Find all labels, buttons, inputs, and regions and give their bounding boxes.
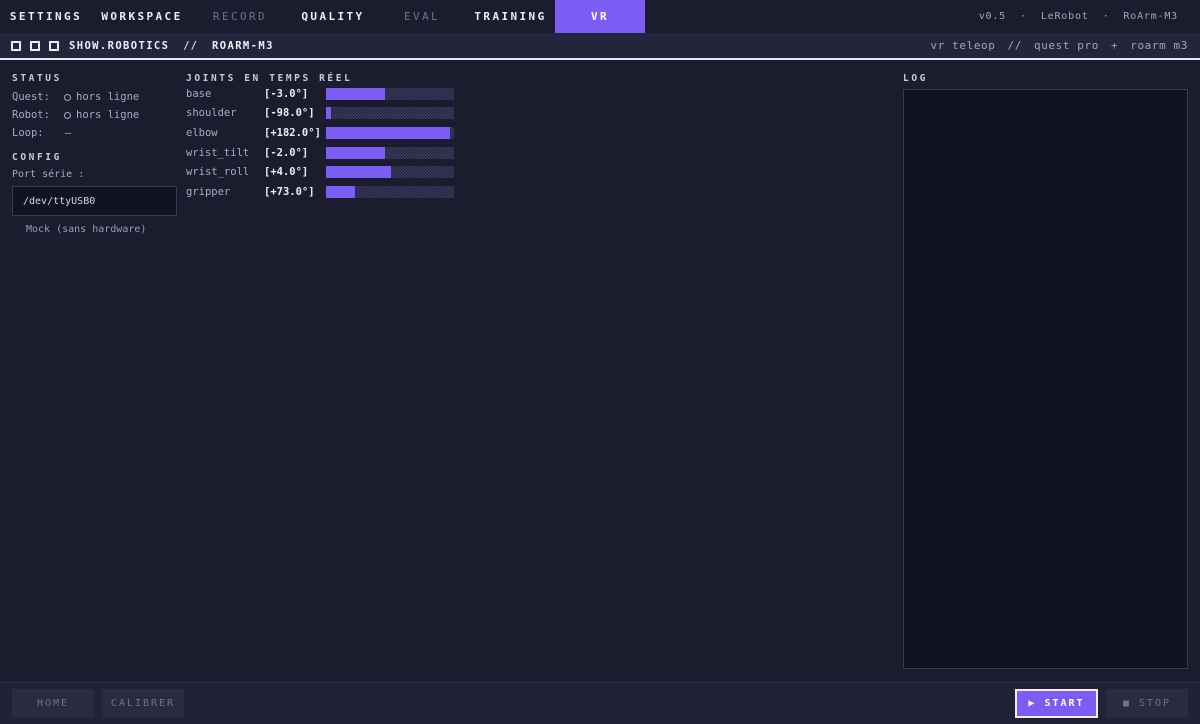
robot-value: hors ligne — [76, 109, 140, 121]
joint-row: base [-3.0°] — [186, 84, 486, 104]
loop-value: — — [65, 127, 72, 139]
joint-row: shoulder [-98.0°] — [186, 104, 486, 124]
joint-bar-fill — [326, 126, 451, 139]
status-panel: STATUS Quest: hors ligne Robot: hors lig… — [12, 73, 182, 235]
mock-option[interactable]: Mock (sans hardware) — [26, 224, 182, 235]
joint-value: [-2.0°] — [264, 146, 309, 159]
joint-value: [+182.0°] — [264, 126, 321, 139]
version-info: v0.5 · LeRobot · RoArm-M3 — [979, 0, 1200, 33]
quest-status: Quest: hors ligne — [12, 88, 182, 106]
joint-value: [-98.0°] — [264, 107, 315, 120]
joint-bar-fill — [326, 146, 385, 159]
joint-bar — [326, 126, 454, 139]
port-label: Port série : — [12, 169, 85, 180]
joint-bar — [326, 107, 454, 120]
joint-bar-fill — [326, 107, 332, 120]
joint-value: [+73.0°] — [264, 185, 315, 198]
separator-dot: · — [1102, 11, 1110, 22]
calibrer-button[interactable]: CALIBRER — [102, 689, 184, 718]
log-title: LOG — [903, 73, 928, 84]
bottom-bar: HOME CALIBRER ▶ START ■ STOP — [0, 682, 1200, 724]
square-icon — [30, 40, 40, 51]
quest-label: Quest: — [12, 91, 50, 103]
tab-settings[interactable]: SETTINGS — [0, 0, 92, 33]
joint-bar-fill — [326, 185, 356, 198]
tab-quality[interactable]: QUALITY — [288, 0, 378, 33]
joints-title: JOINTS EN TEMPS RÉEL — [186, 73, 353, 84]
joint-bar — [326, 166, 454, 179]
start-button[interactable]: ▶ START — [1015, 689, 1098, 718]
device-label: RoArm-M3 — [1123, 11, 1178, 22]
brand-name: SHOW.ROBOTICS — [69, 39, 170, 52]
joint-row: wrist_tilt [-2.0°] — [186, 143, 486, 163]
version-label: v0.5 — [978, 11, 1007, 22]
offline-dot-icon — [64, 111, 71, 119]
mode-label: vr teleop — [930, 39, 996, 52]
status-title: STATUS — [12, 73, 62, 84]
arm-label: roarm m3 — [1130, 39, 1188, 52]
loop-status: Loop: — — [12, 124, 182, 142]
joint-bar-fill — [326, 166, 392, 179]
tab-eval[interactable]: EVAL — [378, 0, 466, 33]
top-nav: SETTINGS WORKSPACE RECORD QUALITY EVAL T… — [0, 0, 1200, 33]
home-button[interactable]: HOME — [12, 689, 94, 718]
tab-workspace[interactable]: WORKSPACE — [92, 0, 192, 33]
joint-name: base — [186, 87, 212, 100]
framework-label: LeRobot — [1040, 11, 1089, 22]
brand-separator: // — [183, 39, 199, 52]
joint-bar — [326, 146, 454, 159]
robot-status: Robot: hors ligne — [12, 106, 182, 124]
config-title: CONFIG — [12, 152, 62, 163]
stop-button[interactable]: ■ STOP — [1106, 689, 1188, 718]
joint-bar — [326, 87, 454, 100]
joint-bar-fill — [326, 87, 385, 100]
joint-name: elbow — [186, 126, 218, 139]
nav-tabs: SETTINGS WORKSPACE RECORD QUALITY EVAL T… — [0, 0, 645, 33]
offline-dot-icon — [64, 93, 71, 101]
loop-label: Loop: — [12, 127, 44, 139]
mode-info: vr teleop // quest pro + roarm m3 — [931, 39, 1200, 52]
joint-row: elbow [+182.0°] — [186, 123, 486, 143]
mode-separator: // — [1007, 39, 1022, 52]
joint-name: wrist_tilt — [186, 146, 250, 159]
tab-training[interactable]: TRAINING — [466, 0, 555, 33]
sub-header: SHOW.ROBOTICS // ROARM-M3 vr teleop // q… — [0, 33, 1200, 60]
joint-value: [+4.0°] — [264, 166, 309, 179]
square-icon — [49, 40, 59, 51]
joints-panel: JOINTS EN TEMPS RÉEL base [-3.0°] should… — [186, 73, 486, 202]
separator-dot: · — [1020, 11, 1027, 22]
tab-vr[interactable]: VR — [555, 0, 645, 33]
joint-row: wrist_roll [+4.0°] — [186, 162, 486, 182]
robot-name: ROARM-M3 — [212, 39, 274, 52]
headset-label: quest pro — [1033, 39, 1099, 52]
plus-sign: + — [1110, 39, 1119, 52]
robot-label: Robot: — [12, 109, 50, 121]
square-icon — [11, 40, 21, 51]
joint-row: gripper [+73.0°] — [186, 182, 486, 202]
quest-value: hors ligne — [76, 91, 140, 103]
joint-name: gripper — [186, 185, 231, 198]
joint-value: [-3.0°] — [264, 87, 309, 100]
log-panel[interactable] — [903, 89, 1188, 669]
tab-record[interactable]: RECORD — [192, 0, 288, 33]
serial-port-input[interactable] — [12, 186, 177, 216]
joint-name: wrist_roll — [186, 166, 250, 179]
joint-bar — [326, 185, 454, 198]
joint-name: shoulder — [186, 107, 237, 120]
